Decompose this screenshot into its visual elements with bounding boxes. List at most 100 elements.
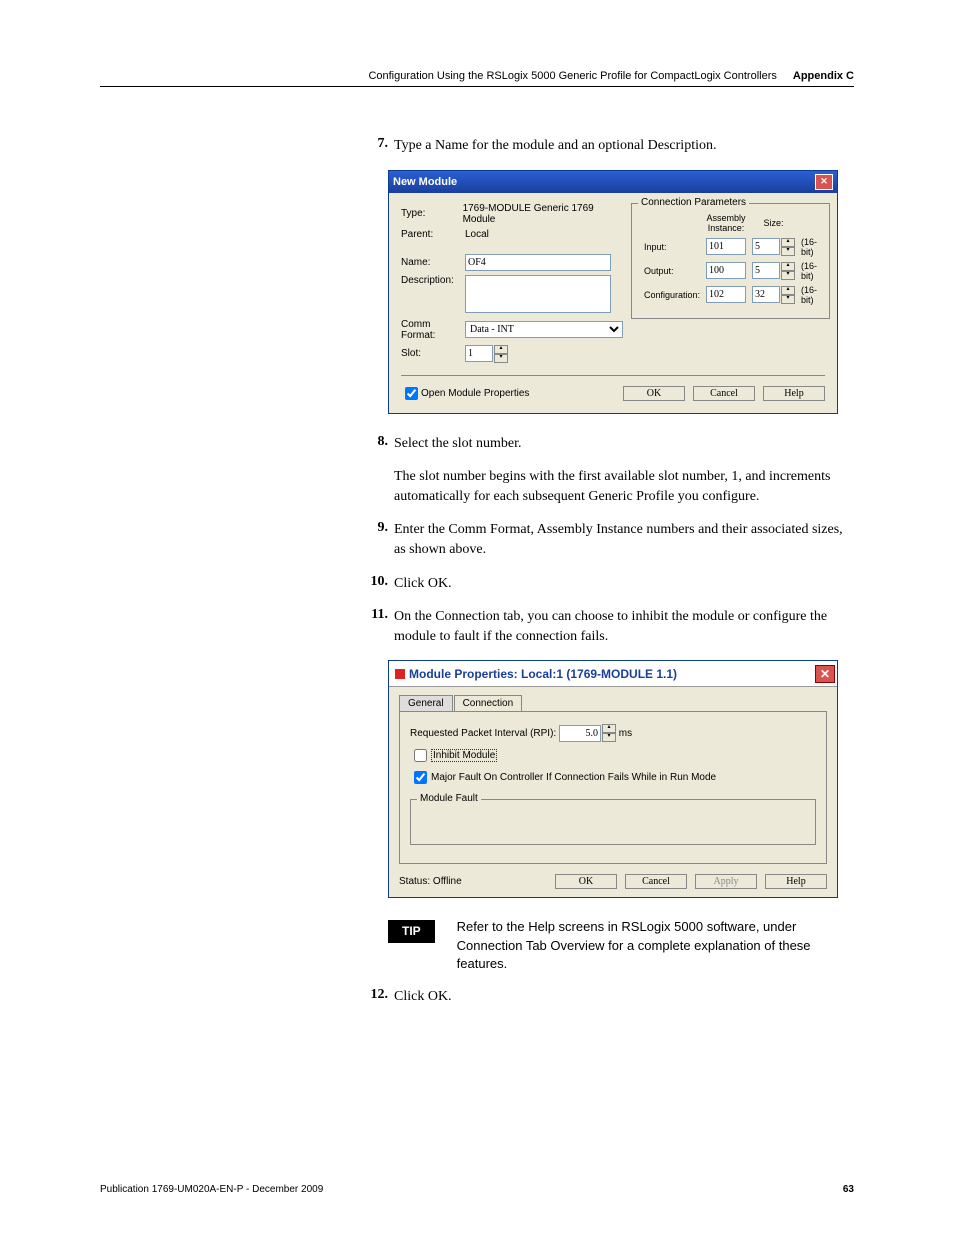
input-label: Input: <box>642 236 702 258</box>
chevron-up-icon[interactable]: ▴ <box>781 286 795 295</box>
step-text: Click OK. <box>394 574 452 594</box>
dialog-titlebar[interactable]: New Module ✕ <box>389 171 837 193</box>
parent-value: Local <box>465 229 489 240</box>
step-num: 7. <box>360 136 388 156</box>
tip-row: TIP Refer to the Help screens in RSLogix… <box>388 918 854 973</box>
inhibit-check[interactable] <box>414 749 427 762</box>
open-module-label: Open Module Properties <box>421 388 529 399</box>
step-9: 9. Enter the Comm Format, Assembly Insta… <box>360 520 854 559</box>
tab-connection[interactable]: Connection <box>454 695 523 711</box>
tab-general[interactable]: General <box>399 695 453 711</box>
size-hdr: Size: <box>750 212 797 234</box>
rpi-stepper[interactable] <box>559 725 601 742</box>
step-text: On the Connection tab, you can choose to… <box>394 607 854 646</box>
step-11: 11. On the Connection tab, you can choos… <box>360 607 854 646</box>
chevron-down-icon[interactable]: ▾ <box>781 247 795 256</box>
close-icon[interactable]: ✕ <box>815 174 833 190</box>
step-num: 8. <box>360 434 388 507</box>
inhibit-label: Inhibit Module <box>431 749 497 762</box>
dialog-title: Module Properties: Local:1 (1769-MODULE … <box>409 667 677 681</box>
slot-stepper[interactable] <box>465 345 493 362</box>
ok-button[interactable]: OK <box>555 874 617 889</box>
status-value: Offline <box>433 876 462 887</box>
config-size-stepper[interactable] <box>752 286 780 303</box>
major-fault-label: Major Fault On Controller If Connection … <box>431 772 716 783</box>
open-module-checkbox[interactable]: Open Module Properties <box>401 384 529 403</box>
major-fault-check[interactable] <box>414 771 427 784</box>
step-text: Select the slot number. <box>394 436 522 451</box>
page-number: 63 <box>843 1184 854 1195</box>
header-appendix: Appendix C <box>793 70 854 82</box>
step-7: 7. Type a Name for the module and an opt… <box>360 136 854 156</box>
chevron-up-icon[interactable]: ▴ <box>781 262 795 271</box>
chevron-up-icon[interactable]: ▴ <box>494 345 508 354</box>
chevron-down-icon[interactable]: ▾ <box>602 733 616 742</box>
help-button[interactable]: Help <box>765 874 827 889</box>
assembly-hdr: Assembly Instance: <box>704 212 748 234</box>
apply-button[interactable]: Apply <box>695 874 757 889</box>
output-unit: (16-bit) <box>799 260 819 282</box>
input-instance-field[interactable] <box>706 238 746 255</box>
slot-label: Slot: <box>401 348 465 359</box>
output-label: Output: <box>642 260 702 282</box>
step-text: Click OK. <box>394 987 452 1007</box>
type-value: 1769-MODULE Generic 1769 Module <box>463 203 623 225</box>
step-num: 12. <box>360 987 388 1007</box>
chevron-up-icon[interactable]: ▴ <box>602 724 616 733</box>
status-label: Status: <box>399 876 430 887</box>
rpi-unit: ms <box>619 728 632 739</box>
chevron-up-icon[interactable]: ▴ <box>781 238 795 247</box>
page-header: Configuration Using the RSLogix 5000 Gen… <box>100 70 854 87</box>
step-num: 10. <box>360 574 388 594</box>
close-icon[interactable]: ✕ <box>815 665 835 683</box>
type-label: Type: <box>401 208 463 219</box>
input-size-stepper[interactable] <box>752 238 780 255</box>
fault-legend: Module Fault <box>417 793 481 804</box>
dialog-titlebar[interactable]: Module Properties: Local:1 (1769-MODULE … <box>389 661 837 687</box>
step-10: 10. Click OK. <box>360 574 854 594</box>
comm-label: Comm Format: <box>401 319 465 341</box>
chevron-down-icon[interactable]: ▾ <box>781 271 795 280</box>
step-num: 11. <box>360 607 388 646</box>
cancel-button[interactable]: Cancel <box>693 386 755 401</box>
output-instance-field[interactable] <box>706 262 746 279</box>
name-label: Name: <box>401 257 465 268</box>
ok-button[interactable]: OK <box>623 386 685 401</box>
step-para: The slot number begins with the first av… <box>394 467 854 506</box>
step-num: 9. <box>360 520 388 559</box>
header-chapter: Configuration Using the RSLogix 5000 Gen… <box>368 70 776 82</box>
open-module-check[interactable] <box>405 387 418 400</box>
output-size-stepper[interactable] <box>752 262 780 279</box>
module-fault-group: Module Fault <box>410 799 816 845</box>
comm-format-select[interactable]: Data - INT <box>465 321 623 338</box>
page-footer: Publication 1769-UM020A-EN-P - December … <box>100 1184 854 1195</box>
input-unit: (16-bit) <box>799 236 819 258</box>
chevron-down-icon[interactable]: ▾ <box>494 354 508 363</box>
major-fault-checkbox[interactable]: Major Fault On Controller If Connection … <box>410 768 816 787</box>
app-icon <box>395 669 405 679</box>
cancel-button[interactable]: Cancel <box>625 874 687 889</box>
module-properties-dialog: Module Properties: Local:1 (1769-MODULE … <box>388 660 838 898</box>
help-button[interactable]: Help <box>763 386 825 401</box>
step-12: 12. Click OK. <box>360 987 854 1007</box>
tip-text: Refer to the Help screens in RSLogix 500… <box>457 918 854 973</box>
config-unit: (16-bit) <box>799 284 819 306</box>
name-field[interactable] <box>465 254 611 271</box>
chevron-down-icon[interactable]: ▾ <box>781 295 795 304</box>
new-module-dialog: New Module ✕ Type:1769-MODULE Generic 17… <box>388 170 838 414</box>
config-instance-field[interactable] <box>706 286 746 303</box>
step-text: Enter the Comm Format, Assembly Instance… <box>394 520 854 559</box>
dialog-title: New Module <box>393 176 457 188</box>
description-field[interactable] <box>465 275 611 313</box>
connection-parameters-group: Connection Parameters Assembly Instance:… <box>631 203 830 319</box>
tip-badge: TIP <box>388 920 435 943</box>
step-8: 8. Select the slot number. The slot numb… <box>360 434 854 507</box>
conn-legend: Connection Parameters <box>638 197 749 208</box>
step-text: Type a Name for the module and an option… <box>394 136 716 156</box>
parent-label: Parent: <box>401 229 465 240</box>
tab-panel: Requested Packet Interval (RPI): ▴▾ ms I… <box>399 711 827 864</box>
rpi-label: Requested Packet Interval (RPI): <box>410 728 556 739</box>
config-label: Configuration: <box>642 284 702 306</box>
description-label: Description: <box>401 275 465 286</box>
inhibit-checkbox[interactable]: Inhibit Module <box>410 746 816 765</box>
